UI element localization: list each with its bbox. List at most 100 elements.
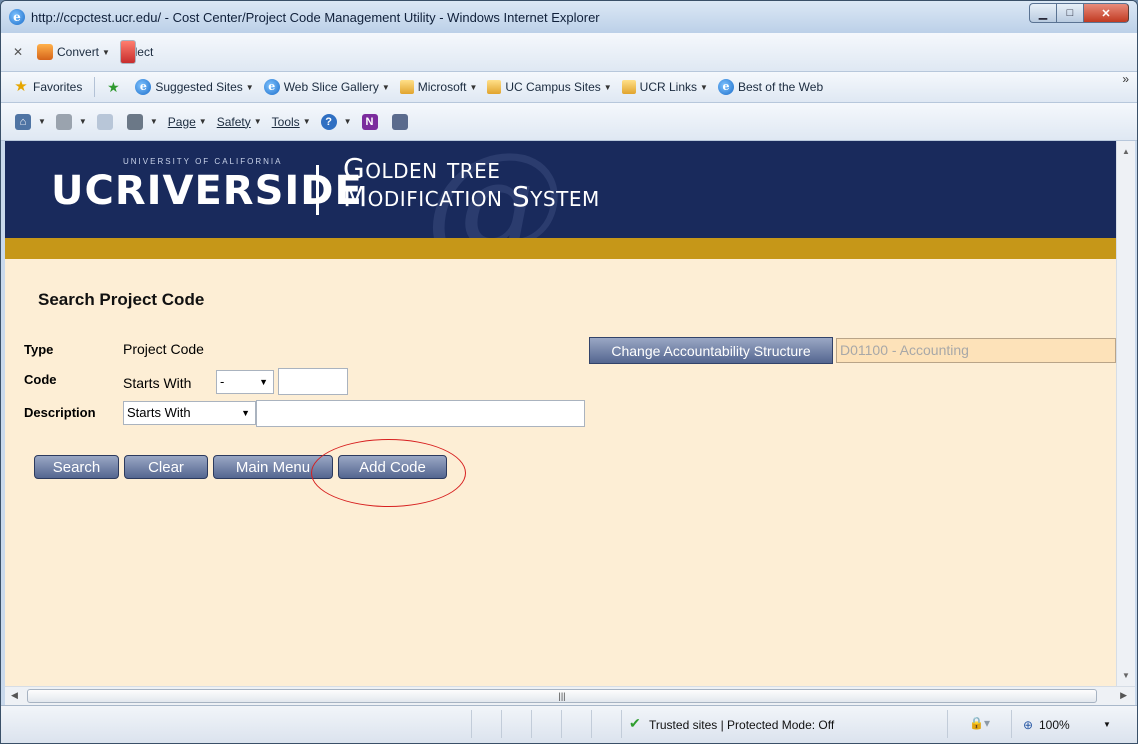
security-zone-status[interactable]: Trusted sites | Protected Mode: Off [649, 718, 834, 732]
favorite-label: Best of the Web [737, 80, 824, 94]
minimize-button[interactable]: ▁ [1029, 3, 1056, 23]
blog-button[interactable] [391, 113, 412, 130]
title-bar: e http://ccpctest.ucr.edu/ - Cost Center… [1, 1, 1137, 33]
chevron-down-icon: ▼ [700, 82, 708, 92]
university-line: UNIVERSITY OF CALIFORNIA [123, 157, 283, 166]
chevron-down-icon: ▼ [149, 117, 158, 126]
maximize-button[interactable]: □ [1056, 3, 1083, 23]
favorite-web-slice-gallery[interactable]: e Web Slice Gallery ▼ [263, 79, 390, 95]
internet-explorer-icon: e [717, 79, 734, 95]
chevron-down-icon: ▼ [469, 82, 478, 92]
select-button[interactable]: Select [119, 40, 153, 64]
status-bar: ✔ Trusted sites | Protected Mode: Off 🔒▾… [1, 705, 1137, 743]
chevron-down-icon: ▼ [241, 408, 250, 418]
status-cell [591, 710, 592, 738]
code-operator-value: - [220, 374, 225, 389]
favorite-label: Suggested Sites [155, 80, 243, 94]
system-title-line1: Golden tree [343, 152, 501, 185]
chevron-down-icon: ▼ [381, 82, 390, 92]
select-icon [119, 40, 136, 64]
horizontal-scrollbar[interactable]: ◀ ||| ▶ [5, 686, 1135, 705]
scroll-down-icon[interactable]: ▼ [1122, 671, 1130, 680]
type-label: Type [24, 342, 54, 357]
protected-mode-icon[interactable]: 🔒▾ [969, 716, 990, 730]
status-cell [621, 710, 622, 738]
toolbar-divider [94, 77, 96, 97]
zoom-icon: ⊕ [1023, 718, 1034, 732]
favorite-microsoft[interactable]: Microsoft ▼ [399, 80, 478, 94]
onenote-button[interactable]: N [361, 113, 382, 130]
internet-explorer-icon: e [263, 79, 280, 95]
chevron-down-icon: ▼ [343, 117, 352, 126]
folder-icon [399, 80, 414, 94]
favorite-label: Web Slice Gallery [283, 80, 379, 94]
chevron-down-icon: ▼ [102, 47, 110, 57]
status-cell [561, 710, 562, 738]
accountability-structure-field: D01100 - Accounting [836, 338, 1116, 363]
print-button[interactable]: ▼ [126, 113, 158, 130]
status-cell [471, 710, 472, 738]
chevron-right-icon[interactable]: » [1122, 72, 1129, 86]
star-icon: ★ [14, 78, 28, 95]
scroll-up-icon[interactable]: ▲ [1122, 147, 1130, 156]
convert-label: Convert [57, 45, 100, 59]
page-menu[interactable]: Page ▼ [168, 115, 207, 129]
blog-icon [391, 113, 408, 130]
chevron-down-icon: ▼ [259, 377, 268, 387]
favorite-suggested-sites[interactable]: e Suggested Sites ▼ [135, 79, 254, 95]
close-icon: ✕ [13, 45, 24, 59]
code-operator-select[interactable]: - ▼ [216, 370, 274, 394]
feeds-button[interactable]: ▼ [55, 113, 87, 130]
description-input[interactable] [256, 400, 585, 427]
chevron-down-icon: ▼ [198, 117, 207, 126]
home-button[interactable]: ⌂ ▼ [15, 113, 46, 130]
mail-button[interactable] [96, 113, 117, 130]
change-accountability-structure-button[interactable]: Change Accountability Structure [589, 337, 833, 364]
safety-menu[interactable]: Safety ▼ [217, 115, 262, 129]
system-title: Golden tree Modification System [343, 155, 600, 211]
favorite-label: UC Campus Sites [505, 80, 601, 94]
close-toolbar-button[interactable]: ✕ [13, 44, 27, 60]
favorite-best-of-the-web[interactable]: e Best of the Web [717, 79, 824, 95]
mail-icon [96, 113, 113, 130]
vertical-scrollbar[interactable]: ▲ ▼ [1116, 141, 1135, 686]
chevron-down-icon: ▼ [78, 117, 87, 126]
onenote-icon: N [361, 113, 378, 130]
search-button[interactable]: Search [34, 455, 119, 479]
favorites-button[interactable]: ★ Favorites [13, 79, 82, 95]
help-button[interactable]: ? ▼ [320, 113, 352, 130]
site-banner: @ UNIVERSITY OF CALIFORNIA UCRIVERSIDE G… [5, 141, 1116, 238]
help-icon: ? [320, 113, 337, 130]
favorites-label: Favorites [33, 80, 83, 94]
internet-explorer-icon: e [9, 9, 25, 25]
favorites-bar: ★ Favorites ★ e Suggested Sites ▼ e Web … [1, 72, 1137, 103]
page-viewport: @ UNIVERSITY OF CALIFORNIA UCRIVERSIDE G… [5, 141, 1116, 686]
convert-button[interactable]: Convert ▼ [37, 44, 110, 60]
browser-window: e http://ccpctest.ucr.edu/ - Cost Center… [0, 0, 1138, 744]
clear-button[interactable]: Clear [124, 455, 208, 479]
favorite-ucr-links[interactable]: UCR Links ▼ [621, 80, 708, 94]
code-operator-text: Starts With [123, 375, 192, 391]
logo-divider [316, 165, 319, 215]
tools-menu[interactable]: Tools ▼ [272, 115, 311, 129]
code-label: Code [24, 372, 57, 387]
close-window-button[interactable]: ✕ [1083, 3, 1129, 23]
description-operator-select[interactable]: Starts With ▼ [123, 401, 256, 425]
page-title: Search Project Code [38, 290, 205, 309]
chevron-down-icon: ▼ [38, 117, 46, 126]
scroll-right-icon[interactable]: ▶ [1120, 690, 1127, 701]
chevron-down-icon[interactable]: ▼ [1103, 720, 1111, 729]
favorite-label: UCR Links [639, 80, 698, 94]
page-menu-label: Page [167, 114, 196, 129]
chevron-down-icon: ▼ [245, 82, 254, 92]
horizontal-scroll-thumb[interactable]: ||| [27, 689, 1097, 703]
zoom-level[interactable]: 100% [1039, 718, 1070, 732]
print-icon [126, 113, 143, 130]
add-favorite-button[interactable]: ★ [105, 79, 125, 95]
favorite-uc-campus-sites[interactable]: UC Campus Sites ▼ [487, 80, 612, 94]
scroll-left-icon[interactable]: ◀ [11, 690, 18, 701]
tools-menu-label: Tools [271, 114, 300, 129]
code-input[interactable] [278, 368, 348, 395]
add-favorite-icon: ★ [107, 79, 120, 95]
folder-icon [487, 80, 502, 94]
